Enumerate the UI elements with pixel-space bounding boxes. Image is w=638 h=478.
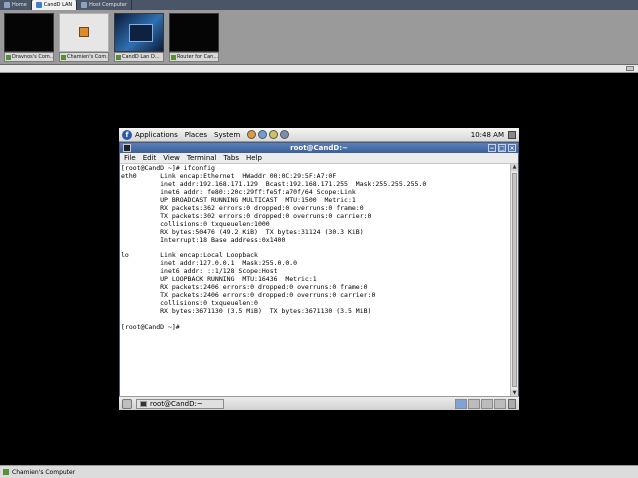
vm-thumbnail-candd-lan[interactable]: CandD Lan D... bbox=[114, 13, 164, 63]
window-controls: ‒ □ × bbox=[488, 144, 516, 152]
trash-icon[interactable] bbox=[508, 398, 516, 409]
gnome-bottom-panel: root@CandD:~ bbox=[119, 396, 519, 410]
browser-launcher-icon[interactable] bbox=[247, 130, 257, 139]
menu-applications[interactable]: Applications bbox=[135, 131, 178, 139]
status-label: Chamien's Computer bbox=[12, 468, 76, 476]
vm-thumbnail-router[interactable]: Router for Can... bbox=[169, 13, 219, 63]
vm-thumbnail-screen bbox=[4, 13, 54, 52]
status-bar: Chamien's Computer bbox=[0, 465, 638, 478]
menu-tabs[interactable]: Tabs bbox=[224, 154, 240, 162]
vm-thumbnail-caption: CandD Lan D... bbox=[114, 52, 164, 62]
network-status-icon[interactable] bbox=[508, 130, 516, 139]
vm-thumbnail-caption: Dravnos's Com... bbox=[4, 52, 54, 62]
vm-thumbnail-label: Dravnos's Com... bbox=[12, 54, 54, 60]
terminal-window: root@CandD:~ ‒ □ × File Edit View Termin… bbox=[119, 142, 519, 410]
vm-thumbnail-caption: Chamien's Com... bbox=[59, 52, 109, 62]
taskbar-label: root@CandD:~ bbox=[150, 399, 203, 408]
vm-icon bbox=[116, 54, 121, 60]
computer-icon bbox=[81, 2, 88, 8]
menu-view[interactable]: View bbox=[163, 154, 180, 162]
window-preview bbox=[129, 24, 153, 42]
window-title: root@CandD:~ bbox=[290, 144, 348, 152]
vm-icon bbox=[3, 469, 9, 475]
workspace-4[interactable] bbox=[494, 398, 506, 409]
workspace-2[interactable] bbox=[468, 398, 480, 409]
notes-launcher-icon[interactable] bbox=[269, 130, 279, 139]
network-icon bbox=[35, 2, 42, 8]
terminal-icon bbox=[140, 400, 147, 407]
menu-system[interactable]: System bbox=[214, 131, 240, 139]
terminal-icon bbox=[123, 144, 131, 152]
terminal-text: [root@CandD ~]# ifconfig eth0 Link encap… bbox=[121, 164, 427, 332]
menu-edit[interactable]: Edit bbox=[143, 154, 157, 162]
tab-home[interactable]: Home bbox=[0, 0, 32, 10]
vm-icon bbox=[61, 54, 66, 60]
vm-thumbnail-screen bbox=[169, 13, 219, 52]
menu-places[interactable]: Places bbox=[185, 131, 207, 139]
desktop-wallpaper bbox=[115, 14, 163, 51]
home-icon bbox=[4, 2, 10, 8]
vm-thumbnail-label: Chamien's Com... bbox=[67, 54, 109, 60]
vm-thumbnail-chamien[interactable]: Chamien's Com... bbox=[59, 13, 109, 63]
scroll-up-icon[interactable]: ▲ bbox=[511, 164, 518, 171]
workspace-1[interactable] bbox=[455, 398, 467, 409]
desktop-icon bbox=[79, 27, 89, 37]
tab-label: Host Computer bbox=[89, 2, 128, 8]
tab-bar: Home CandD LAN Host Computer bbox=[0, 0, 638, 10]
maximize-button[interactable]: □ bbox=[498, 144, 506, 152]
show-desktop-icon[interactable] bbox=[122, 398, 132, 409]
splitter-bar[interactable] bbox=[0, 65, 638, 73]
workspace-switcher bbox=[455, 398, 506, 409]
taskbar-button-terminal[interactable]: root@CandD:~ bbox=[136, 398, 224, 409]
terminal-output[interactable]: [root@CandD ~]# ifconfig eth0 Link encap… bbox=[120, 164, 510, 397]
clock[interactable]: 10:48 AM bbox=[471, 131, 504, 139]
menu-terminal[interactable]: Terminal bbox=[187, 154, 217, 162]
scrollbar-thumb[interactable] bbox=[512, 173, 517, 387]
menu-help[interactable]: Help bbox=[246, 154, 262, 162]
vm-console: Home CandD LAN Host Computer Dravnos's C… bbox=[0, 0, 638, 478]
gnome-top-panel: f Applications Places System 10:48 AM bbox=[119, 128, 519, 142]
vm-icon bbox=[6, 54, 11, 60]
menu-file[interactable]: File bbox=[124, 154, 136, 162]
tab-cand-lan[interactable]: CandD LAN bbox=[31, 0, 78, 10]
tab-label: Home bbox=[12, 2, 27, 8]
vm-thumbnail-caption: Router for Can... bbox=[169, 52, 219, 62]
gnome-foot-icon[interactable]: f bbox=[122, 129, 132, 140]
workspace-3[interactable] bbox=[481, 398, 493, 409]
vm-thumbnail-strip: Dravnos's Com... Chamien's Com... CandD … bbox=[0, 10, 638, 65]
terminal-titlebar[interactable]: root@CandD:~ ‒ □ × bbox=[120, 143, 518, 153]
collapse-handle-icon[interactable] bbox=[626, 66, 634, 71]
vm-thumbnail-label: CandD Lan D... bbox=[122, 54, 160, 60]
minimize-button[interactable]: ‒ bbox=[488, 144, 496, 152]
tab-host-computer[interactable]: Host Computer bbox=[77, 0, 133, 10]
vm-thumbnail-label: Router for Can... bbox=[177, 54, 219, 60]
editor-launcher-icon[interactable] bbox=[280, 130, 290, 139]
vm-thumbnail-dravnos[interactable]: Dravnos's Com... bbox=[4, 13, 54, 63]
terminal-menubar: File Edit View Terminal Tabs Help bbox=[120, 153, 518, 164]
mail-launcher-icon[interactable] bbox=[258, 130, 268, 139]
vm-icon bbox=[171, 54, 176, 60]
close-button[interactable]: × bbox=[508, 144, 516, 152]
terminal-scrollbar[interactable]: ▲ ▼ bbox=[510, 164, 518, 397]
tab-label: CandD LAN bbox=[43, 2, 73, 8]
